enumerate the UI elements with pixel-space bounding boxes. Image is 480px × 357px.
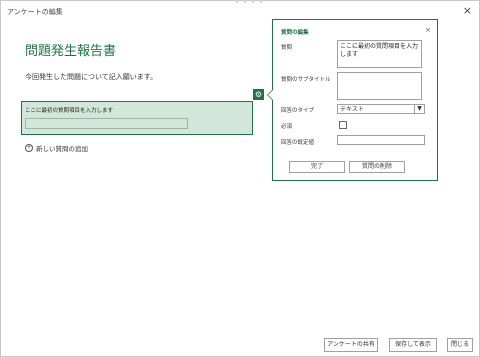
answer-field[interactable] xyxy=(25,118,188,129)
close-button[interactable]: 閉じる xyxy=(447,338,473,352)
question-text: ここに最初の質問項目を入力します xyxy=(25,108,114,114)
type-label: 回答のタイプ xyxy=(281,108,315,114)
save-and-view-button[interactable]: 保存して表示 xyxy=(389,338,437,352)
panel-close-icon[interactable]: × xyxy=(425,26,431,34)
done-button[interactable]: 完了 xyxy=(289,161,345,173)
answer-type-value: テキスト xyxy=(340,106,364,113)
gear-icon[interactable]: ⚙ xyxy=(253,89,264,100)
chevron-down-icon[interactable]: ▼ xyxy=(414,105,424,113)
answer-type-select[interactable]: テキスト ▼ xyxy=(337,104,425,114)
default-value-input[interactable] xyxy=(337,135,425,145)
subtitle-input[interactable] xyxy=(337,72,422,100)
survey-description[interactable]: 今回発生した問題について記入願います。 xyxy=(25,72,157,82)
delete-question-button[interactable]: 質問の削除 xyxy=(349,161,405,173)
required-label: 必須 xyxy=(281,124,293,130)
share-survey-button[interactable]: アンケートの共有 xyxy=(324,338,378,352)
panel-title: 質問の編集 xyxy=(281,30,309,36)
window-title: アンケートの編集 xyxy=(7,8,63,16)
question-card[interactable]: ここに最初の質問項目を入力します xyxy=(21,101,253,135)
add-question-label: 新しい質問の追加 xyxy=(36,145,88,153)
question-input[interactable]: ここに最初の質問項目を入力します xyxy=(337,40,422,68)
add-question-button[interactable]: + 新しい質問の追加 xyxy=(25,143,88,153)
default-label: 回答の既定値 xyxy=(281,140,315,146)
question-label: 質問 xyxy=(281,45,293,51)
plus-circle-icon: + xyxy=(25,144,33,152)
required-checkbox[interactable] xyxy=(339,121,347,129)
survey-title[interactable]: 問題発生報告書 xyxy=(25,40,116,59)
panel-pointer-inner xyxy=(268,90,273,100)
title-bar-grip xyxy=(236,0,264,3)
question-edit-panel: 質問の編集 × 質問 ここに最初の質問項目を入力します 質問のサブタイトル 回答… xyxy=(272,19,438,181)
subtitle-label: 質問のサブタイトル xyxy=(281,77,331,83)
window-close-icon[interactable]: × xyxy=(463,4,472,17)
